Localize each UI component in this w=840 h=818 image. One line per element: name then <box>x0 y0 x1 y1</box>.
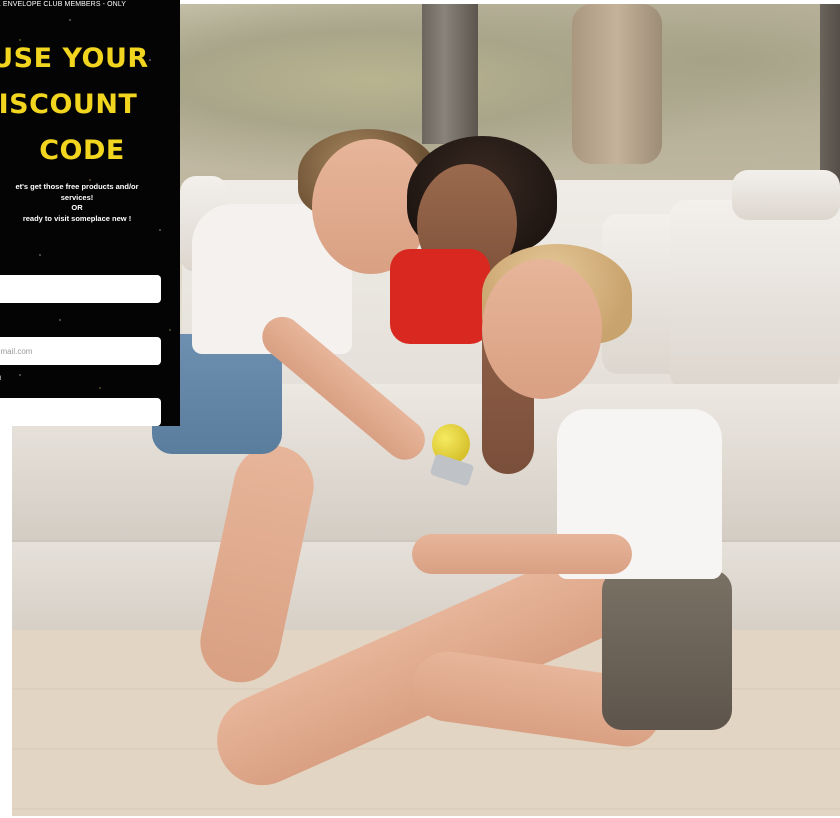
name-input[interactable] <box>0 275 161 303</box>
members-banner: K ENVELOPE CLUB MEMBERS - ONLY <box>0 1 127 8</box>
description-line-1: et's get those free products and/or <box>15 182 139 191</box>
tree-trunk <box>572 4 662 164</box>
window-post-right <box>820 4 840 194</box>
discount-code-panel: K ENVELOPE CLUB MEMBERS - ONLY USE YOUR … <box>0 0 180 426</box>
headline-line-3: CODE <box>39 135 125 166</box>
window-post <box>422 4 478 144</box>
field-label: d <box>0 376 1 382</box>
description-line-3: OR <box>71 203 83 212</box>
description: et's get those free products and/or serv… <box>0 182 158 224</box>
sofa-cushion <box>732 170 840 220</box>
description-line-2: services! <box>60 192 94 202</box>
description-line-4: ready to visit someplace new ! <box>22 213 132 223</box>
person-face <box>482 259 602 399</box>
email-input[interactable] <box>0 337 161 365</box>
page: K ENVELOPE CLUB MEMBERS - ONLY USE YOUR … <box>0 0 840 818</box>
code-input[interactable] <box>0 398 161 426</box>
headline-line-1: USE YOUR <box>0 43 149 74</box>
person-shorts <box>602 570 732 730</box>
person-arm <box>412 534 632 574</box>
headline-line-2: ISCOUNT <box>0 89 138 120</box>
sofa-cushion <box>670 200 840 390</box>
person-shirt <box>390 249 490 344</box>
headline: USE YOUR ISCOUNT CODE <box>0 36 178 174</box>
